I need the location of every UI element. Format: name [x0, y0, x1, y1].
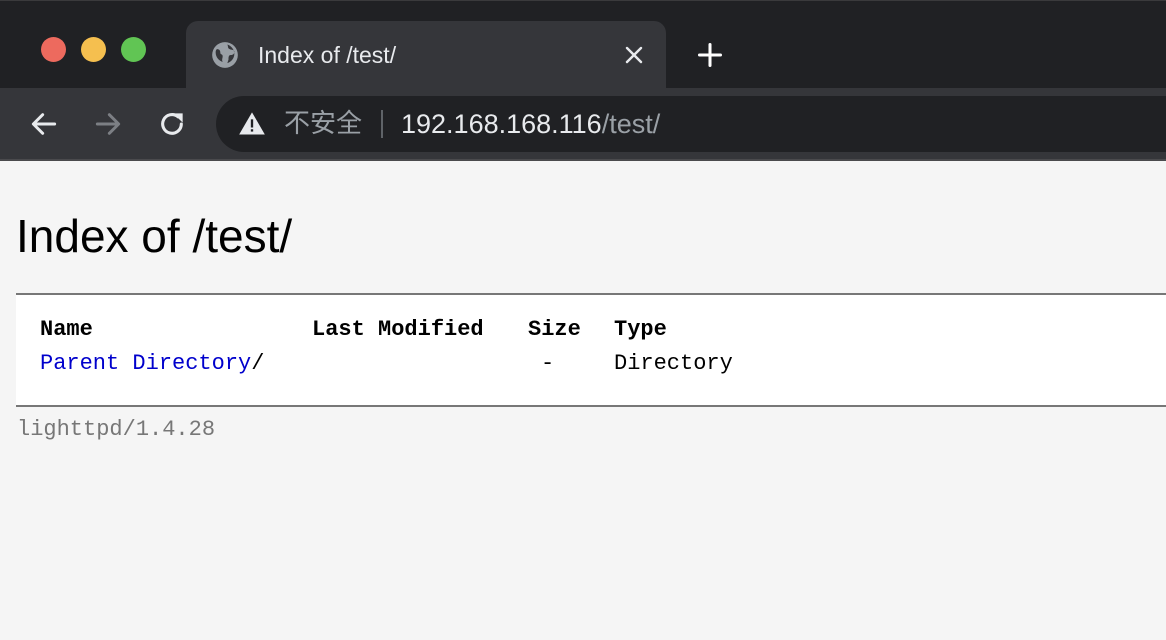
parent-directory-cell: Parent Directory/: [40, 351, 264, 377]
page-title: Index of /test/: [16, 210, 293, 262]
tab-title: Index of /test/: [258, 42, 397, 68]
server-footer: lighttpd/1.4.28: [17, 417, 216, 442]
back-arrow-icon[interactable]: [28, 108, 60, 140]
column-header-name[interactable]: Name: [40, 317, 93, 343]
column-header-last-modified[interactable]: Last Modified: [312, 317, 484, 343]
chrome-divider: [0, 159, 1166, 161]
insecure-label[interactable]: 不安全: [284, 109, 362, 139]
active-tab[interactable]: Index of /test/: [186, 21, 666, 89]
zoom-window-button[interactable]: [121, 37, 146, 62]
plus-icon[interactable]: [696, 41, 724, 69]
bottom-rule: [16, 405, 1166, 407]
address-separator: [381, 110, 383, 138]
tab-strip: Index of /test/: [0, 0, 1166, 89]
column-header-size[interactable]: Size: [528, 317, 581, 343]
close-window-button[interactable]: [41, 37, 66, 62]
url-text[interactable]: 192.168.168.116/test/: [401, 109, 660, 139]
warning-icon[interactable]: [238, 110, 266, 138]
column-header-type[interactable]: Type: [614, 317, 667, 343]
size-cell: -: [541, 351, 555, 376]
forward-arrow-icon[interactable]: [92, 108, 124, 140]
directory-listing: [16, 295, 1166, 405]
browser-toolbar: 不安全 192.168.168.116/test/: [0, 88, 1166, 160]
type-cell: Directory: [614, 351, 733, 376]
close-icon[interactable]: [622, 43, 646, 67]
reload-icon[interactable]: [156, 108, 188, 140]
directory-suffix: /: [251, 351, 265, 376]
url-host: 192.168.168.116: [401, 109, 602, 139]
globe-icon: [212, 42, 238, 68]
url-path: /test/: [601, 109, 661, 139]
address-bar[interactable]: 不安全 192.168.168.116/test/: [216, 96, 1166, 152]
parent-directory-link[interactable]: Parent Directory: [40, 351, 251, 376]
minimize-window-button[interactable]: [81, 37, 106, 62]
